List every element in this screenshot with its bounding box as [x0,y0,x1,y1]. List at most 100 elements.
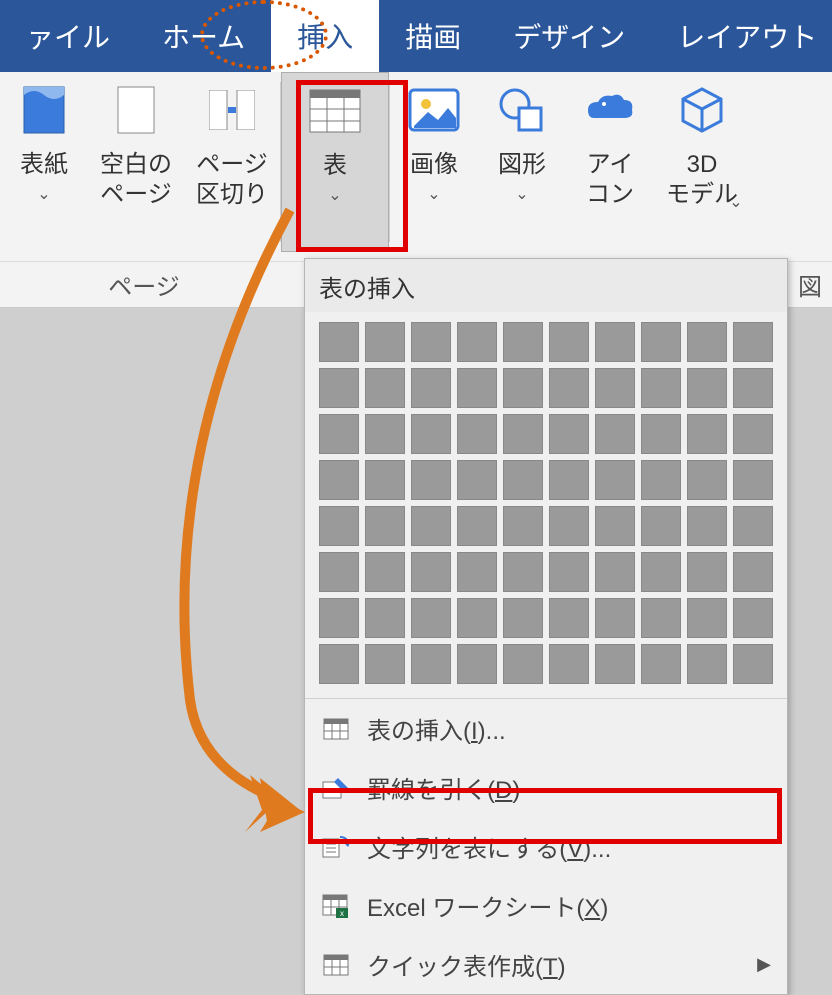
table-grid-cell[interactable] [549,552,589,592]
table-size-grid[interactable] [305,312,787,698]
table-grid-cell[interactable] [687,368,727,408]
table-grid-cell[interactable] [595,414,635,454]
table-grid-cell[interactable] [457,644,497,684]
table-grid-cell[interactable] [365,414,405,454]
menu-convert-text-to-table[interactable]: 文字列を表にする(V)... [305,817,787,876]
table-grid-cell[interactable] [549,414,589,454]
table-grid-cell[interactable] [687,414,727,454]
table-grid-cell[interactable] [411,644,451,684]
pictures-button[interactable]: 画像 ⌄ [390,72,478,252]
table-grid-cell[interactable] [549,506,589,546]
table-grid-cell[interactable] [411,322,451,362]
table-grid-cell[interactable] [595,368,635,408]
table-grid-cell[interactable] [319,644,359,684]
table-grid-cell[interactable] [503,598,543,638]
table-grid-cell[interactable] [457,598,497,638]
table-grid-cell[interactable] [549,322,589,362]
table-grid-cell[interactable] [733,644,773,684]
table-grid-cell[interactable] [411,460,451,500]
table-grid-cell[interactable] [503,460,543,500]
table-grid-cell[interactable] [733,414,773,454]
table-grid-cell[interactable] [733,506,773,546]
table-grid-cell[interactable] [733,368,773,408]
table-grid-cell[interactable] [411,368,451,408]
table-grid-cell[interactable] [411,552,451,592]
table-grid-cell[interactable] [503,552,543,592]
table-grid-cell[interactable] [687,552,727,592]
menu-quick-tables[interactable]: クイック表作成(T) ▶ [305,935,787,994]
table-grid-cell[interactable] [457,368,497,408]
tab-draw[interactable]: 描画 [379,0,487,72]
table-grid-cell[interactable] [411,414,451,454]
table-grid-cell[interactable] [549,644,589,684]
tab-home[interactable]: ホーム [136,0,271,72]
table-grid-cell[interactable] [595,322,635,362]
table-grid-cell[interactable] [641,644,681,684]
tab-file[interactable]: ァイル [0,0,136,72]
menu-draw-table[interactable]: 罫線を引く(D) [305,758,787,817]
table-grid-cell[interactable] [365,460,405,500]
table-grid-cell[interactable] [595,460,635,500]
table-grid-cell[interactable] [641,414,681,454]
icons-button[interactable]: アイ コン [566,72,654,252]
table-grid-cell[interactable] [411,598,451,638]
table-grid-cell[interactable] [411,506,451,546]
table-grid-cell[interactable] [319,460,359,500]
table-grid-cell[interactable] [365,552,405,592]
table-button[interactable]: 表 ⌄ [281,72,389,252]
tab-layout[interactable]: レイアウト [651,0,832,72]
table-grid-cell[interactable] [641,552,681,592]
table-grid-cell[interactable] [687,598,727,638]
table-grid-cell[interactable] [457,322,497,362]
table-grid-cell[interactable] [319,368,359,408]
table-grid-cell[interactable] [733,552,773,592]
blank-page-button[interactable]: 空白の ページ [88,72,184,252]
table-grid-cell[interactable] [365,322,405,362]
table-grid-cell[interactable] [641,368,681,408]
table-grid-cell[interactable] [457,506,497,546]
tab-insert[interactable]: 挿入 [271,0,379,72]
cover-page-button[interactable]: 表紙 ⌄ [0,72,88,252]
table-grid-cell[interactable] [365,598,405,638]
table-grid-cell[interactable] [365,644,405,684]
table-grid-cell[interactable] [733,322,773,362]
table-grid-cell[interactable] [503,322,543,362]
table-grid-cell[interactable] [595,598,635,638]
table-grid-cell[interactable] [687,322,727,362]
menu-insert-table[interactable]: 表の挿入(I)... [305,699,787,758]
table-grid-cell[interactable] [641,460,681,500]
shapes-button[interactable]: 図形 ⌄ [478,72,566,252]
model3d-button[interactable]: 3D モデル ⌄ [654,72,750,252]
table-grid-cell[interactable] [503,414,543,454]
menu-excel-worksheet[interactable]: x Excel ワークシート(X) [305,876,787,935]
table-grid-cell[interactable] [365,506,405,546]
table-grid-cell[interactable] [457,552,497,592]
table-grid-cell[interactable] [549,368,589,408]
table-grid-cell[interactable] [687,460,727,500]
table-grid-cell[interactable] [503,644,543,684]
page-break-button[interactable]: ページ 区切り [184,72,280,252]
table-grid-cell[interactable] [503,506,543,546]
table-grid-cell[interactable] [549,460,589,500]
table-grid-cell[interactable] [457,460,497,500]
tab-design[interactable]: デザイン [487,0,651,72]
table-grid-cell[interactable] [457,414,497,454]
table-grid-cell[interactable] [687,506,727,546]
table-grid-cell[interactable] [595,506,635,546]
table-grid-cell[interactable] [641,598,681,638]
table-grid-cell[interactable] [319,598,359,638]
table-grid-cell[interactable] [549,598,589,638]
table-grid-cell[interactable] [319,322,359,362]
table-grid-cell[interactable] [319,414,359,454]
table-grid-cell[interactable] [319,506,359,546]
table-grid-cell[interactable] [733,598,773,638]
table-grid-cell[interactable] [365,368,405,408]
table-grid-cell[interactable] [733,460,773,500]
table-grid-cell[interactable] [319,552,359,592]
table-grid-cell[interactable] [687,644,727,684]
table-grid-cell[interactable] [641,322,681,362]
table-grid-cell[interactable] [595,552,635,592]
table-grid-cell[interactable] [641,506,681,546]
table-grid-cell[interactable] [503,368,543,408]
table-grid-cell[interactable] [595,644,635,684]
